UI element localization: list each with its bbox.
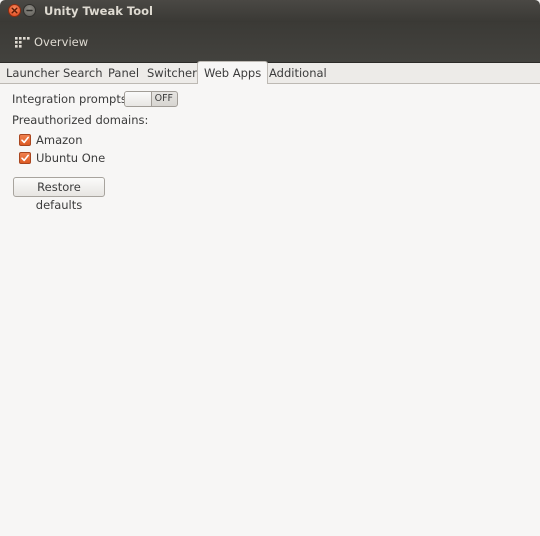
overview-label: Overview [34,35,89,49]
checkmark-icon [21,154,29,162]
amazon-label[interactable]: Amazon [36,133,82,147]
toggle-state-label: OFF [154,93,173,104]
minimize-icon [26,9,33,12]
tab-search[interactable]: Search [57,63,109,83]
titlebar[interactable]: Unity Tweak Tool [0,0,540,22]
tab-additional[interactable]: Additional [263,63,333,83]
grid-icon [15,37,30,48]
ubuntu-one-label[interactable]: Ubuntu One [36,151,105,165]
minimize-button[interactable] [23,4,36,17]
tab-bar: Launcher Search Panel Switcher Web Apps … [0,61,540,84]
tab-launcher[interactable]: Launcher [0,63,65,83]
window: Unity Tweak Tool Overview Launcher Searc… [0,0,540,536]
close-icon [11,7,18,14]
close-button[interactable] [8,4,21,17]
tab-switcher[interactable]: Switcher [141,63,203,83]
checkmark-icon [21,136,29,144]
integration-prompts-toggle[interactable]: OFF [124,91,178,107]
window-title: Unity Tweak Tool [44,4,153,18]
amazon-checkbox[interactable] [19,134,31,146]
tab-panel[interactable]: Panel [102,63,145,83]
toggle-knob [125,92,152,106]
tab-web-apps[interactable]: Web Apps [197,61,269,84]
overview-button[interactable]: Overview [10,30,94,54]
integration-prompts-label: Integration prompts: [12,92,131,106]
toolbar: Overview [0,22,540,63]
preauthorized-domains-label: Preauthorized domains: [12,113,149,127]
ubuntu-one-checkbox[interactable] [19,152,31,164]
restore-defaults-button[interactable]: Restore defaults [13,177,105,212]
